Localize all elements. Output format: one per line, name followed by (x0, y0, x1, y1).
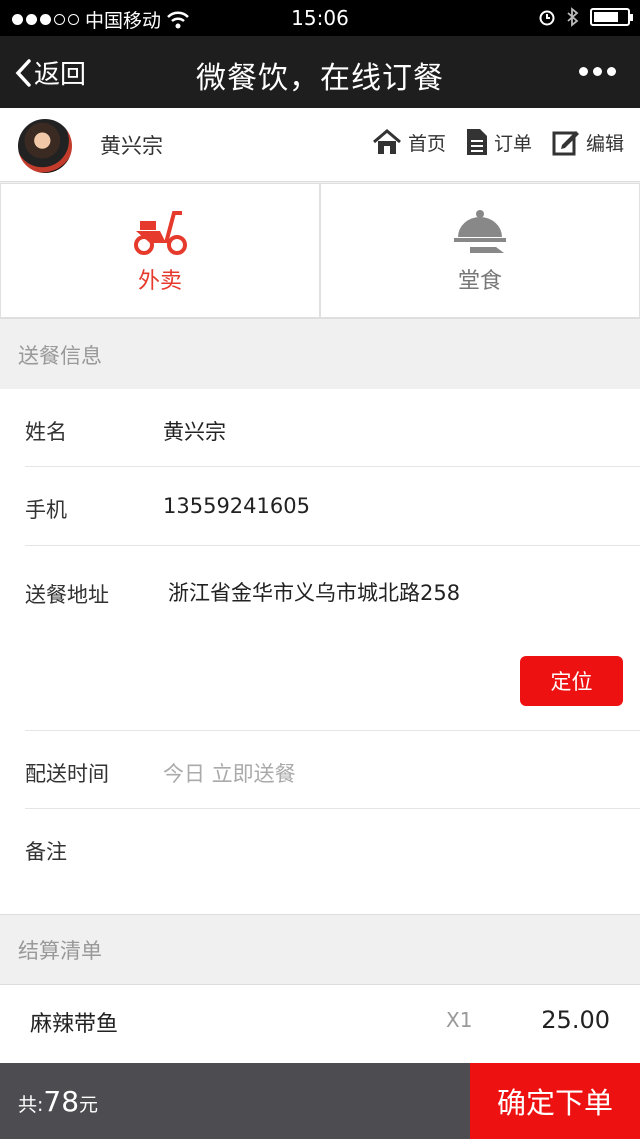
user-name: 黄兴宗 (100, 134, 163, 158)
mode-takeout-label: 外卖 (137, 268, 182, 294)
order-item-qty: X1 (446, 1008, 473, 1032)
bill-section-header: 结算清单 (0, 915, 640, 985)
order-item-price: 25.00 (541, 1006, 610, 1034)
phone-row: 手机 13559241605 (25, 467, 640, 546)
total-amount: 共: 78 元 (18, 1085, 98, 1118)
delivery-time-label: 配送时间 (25, 762, 109, 786)
total-prefix: 共: (18, 1094, 44, 1116)
orders-link-label: 订单 (493, 132, 532, 155)
phone-label: 手机 (25, 498, 67, 522)
total-unit: 元 (79, 1094, 99, 1116)
top-links: 首页 订单 编辑 (372, 128, 624, 156)
more-menu-icon[interactable] (579, 67, 616, 76)
phone-field[interactable]: 13559241605 (163, 494, 310, 518)
status-right (538, 7, 633, 27)
edit-link[interactable]: 编辑 (552, 128, 624, 156)
checkout-bar: 共: 78 元 确定下单 (0, 1063, 640, 1139)
mode-takeout[interactable]: 外卖 (0, 183, 320, 318)
delivery-section-header: 送餐信息 (0, 320, 640, 390)
alarm-icon (539, 10, 555, 26)
address-field[interactable]: 浙江省金华市义乌市城北路258 (168, 577, 460, 607)
orders-link[interactable]: 订单 (466, 128, 532, 156)
total-value: 78 (43, 1085, 80, 1118)
home-link-label: 首页 (407, 132, 446, 155)
delivery-time-row: 配送时间 今日 立即送餐 (25, 731, 640, 809)
user-bar: 黄兴宗 首页 订单 编辑 (0, 108, 640, 182)
document-icon (466, 129, 487, 155)
order-item-name: 麻辣带鱼 (30, 1012, 119, 1037)
note-label: 备注 (25, 840, 67, 864)
mode-dine-in-label: 堂食 (457, 268, 502, 294)
locate-button[interactable]: 定位 (520, 656, 623, 706)
scooter-icon (134, 210, 187, 255)
cloche-icon (454, 209, 506, 253)
delivery-form: 姓名 黄兴宗 手机 13559241605 送餐地址 浙江省金华市义乌市城北路2… (0, 389, 640, 915)
page-title: 微餐饮，在线订餐 (196, 61, 444, 96)
name-label: 姓名 (25, 420, 67, 444)
confirm-order-button[interactable]: 确定下单 (470, 1063, 640, 1139)
status-bar: 中国移动 15:06 (0, 0, 640, 36)
home-link[interactable]: 首页 (372, 128, 446, 156)
dining-mode-selector: 外卖 堂食 (0, 183, 640, 319)
avatar[interactable] (18, 119, 72, 173)
address-label: 送餐地址 (25, 583, 109, 607)
name-field[interactable]: 黄兴宗 (163, 416, 226, 446)
order-item: 麻辣带鱼 X1 25.00 (0, 985, 640, 1065)
edit-icon (552, 131, 579, 156)
home-icon (372, 129, 401, 154)
note-field[interactable] (163, 836, 623, 876)
battery-icon (590, 8, 633, 26)
bluetooth-icon (567, 7, 579, 27)
nav-bar: 返回 微餐饮，在线订餐 (0, 36, 640, 108)
edit-link-label: 编辑 (585, 132, 624, 155)
note-row: 备注 (25, 809, 640, 915)
name-row: 姓名 黄兴宗 (25, 389, 640, 467)
mode-dine-in[interactable]: 堂食 (320, 183, 640, 318)
delivery-time-field[interactable]: 今日 立即送餐 (163, 758, 296, 788)
